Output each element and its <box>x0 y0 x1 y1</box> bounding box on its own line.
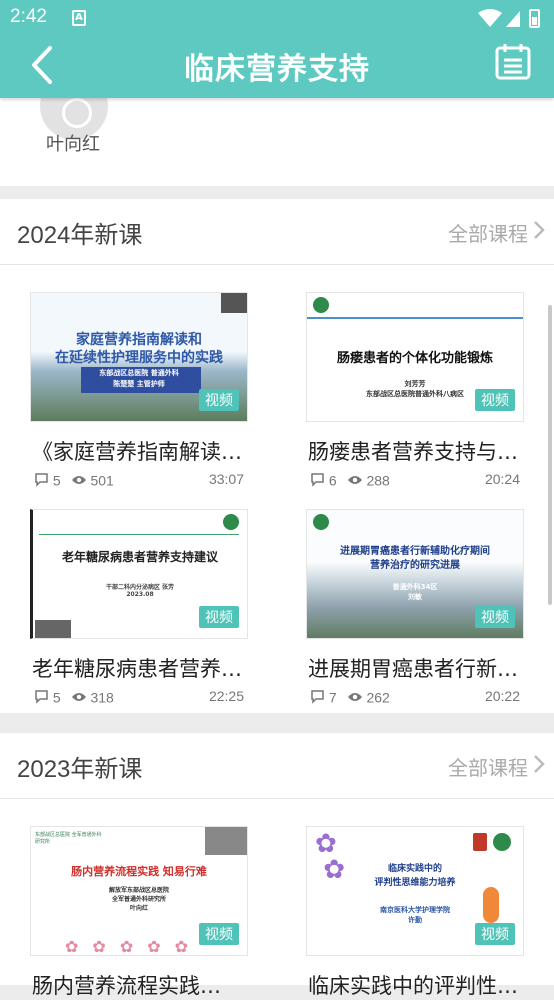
slide-subtitle: 东部战区总医院 普通外科 <box>99 369 179 377</box>
duration: 20:24 <box>484 471 520 487</box>
comment-count: 7 <box>328 689 337 706</box>
comment-icon <box>311 690 324 705</box>
calendar-icon[interactable] <box>494 42 532 82</box>
course-thumbnail[interactable]: 进展期胃癌患者行新辅助化疗期间 营养治疗的研究进展 普通外科34区 刘敏 视频 <box>306 509 524 639</box>
slide-title-line: 肠内营养流程实践 知易行难 <box>71 865 207 878</box>
chevron-right-icon[interactable] <box>532 753 546 775</box>
duration: 33:07 <box>208 471 244 487</box>
slide-title-line: 临床实践中的 <box>387 864 442 874</box>
slide-title-line: 营养治疗的研究进展 <box>370 560 460 571</box>
course-meta: 5 501 33:07 <box>34 471 244 489</box>
section-2023: 2023年新课 全部课程 东部战区总医院 全军普通外科研究所 肠内营养流程实践 … <box>0 733 554 998</box>
scrollbar[interactable] <box>548 305 552 605</box>
video-badge: 视频 <box>199 606 239 628</box>
course-title[interactable]: 《家庭营养指南解读… <box>32 436 254 466</box>
eye-icon <box>71 693 86 702</box>
slide-subtitle: 叶向红 <box>129 905 148 912</box>
course-meta: 6 288 20:24 <box>310 471 520 489</box>
course-meta: 7 262 20:22 <box>310 688 520 706</box>
video-badge: 视频 <box>475 606 515 628</box>
slide-title-line: 肠瘘患者的个体化功能锻炼 <box>336 351 493 366</box>
duration: 22:25 <box>208 688 244 704</box>
view-count: 288 <box>366 472 390 489</box>
video-badge: 视频 <box>199 389 239 411</box>
slide-subtitle: 干部二科内分泌病区 张芳 <box>105 584 175 591</box>
slide-title-line: 家庭营养指南解读和 <box>76 332 202 348</box>
comment-count: 6 <box>328 472 337 489</box>
eye-icon <box>71 476 86 485</box>
course-thumbnail[interactable]: 肠瘘患者的个体化功能锻炼 刘芳芳 东部战区总医院普通外科八病区 视频 <box>306 292 524 422</box>
slide-title-line: 在延续性护理服务中的实践 <box>55 350 223 366</box>
course-title[interactable]: 肠瘘患者营养支持与… <box>308 436 530 466</box>
course-title[interactable]: 临床实践中的评判性… <box>308 970 530 1000</box>
system-status-icons <box>478 9 540 28</box>
chevron-right-icon[interactable] <box>532 219 546 241</box>
section-header: 2023年新课 全部课程 <box>0 733 554 799</box>
video-badge: 视频 <box>199 923 239 945</box>
comment-icon <box>35 473 48 488</box>
view-count: 318 <box>90 689 114 706</box>
app-bar: 临床营养支持 <box>0 36 554 98</box>
slide-header: 东部战区总医院 全军普通外科研究所 <box>35 832 102 845</box>
comment-icon <box>35 690 48 705</box>
comment-icon <box>311 473 324 488</box>
video-badge: 视频 <box>475 389 515 411</box>
course-thumbnail[interactable]: 老年糖尿病患者营养支持建议 干部二科内分泌病区 张芳 2023.08 视频 <box>30 509 248 639</box>
teacher-name: 叶向红 <box>46 134 100 155</box>
all-courses-link[interactable]: 全部课程 <box>448 218 528 247</box>
all-courses-link[interactable]: 全部课程 <box>448 752 528 781</box>
course-thumbnail[interactable]: ✿ ✿ 临床实践中的 评判性思维能力培养 南京医科大学护理学院 许勤 视频 <box>306 826 524 956</box>
section-header: 2024年新课 全部课程 <box>0 199 554 265</box>
duration: 20:22 <box>484 688 520 704</box>
flower-decoration: ✿✿✿✿✿ <box>65 937 203 956</box>
slide-title-line: 进展期胃癌患者行新辅助化疗期间 <box>340 546 490 557</box>
slide-subtitle: 刘芳芳 <box>404 380 426 388</box>
section-title: 2023年新课 <box>17 756 143 783</box>
eye-icon <box>347 693 362 702</box>
course-thumbnail[interactable]: 东部战区总医院 全军普通外科研究所 肠内营养流程实践 知易行难 解放军东部战区总… <box>30 826 248 956</box>
status-bar: 2:42 A <box>0 0 554 36</box>
course-title[interactable]: 肠内营养流程实践… <box>32 970 254 1000</box>
slide-subtitle: 刘敏 <box>408 593 422 601</box>
course-meta: 5 318 22:25 <box>34 688 244 706</box>
course-title[interactable]: 老年糖尿病患者营养… <box>32 653 254 683</box>
eye-icon <box>347 476 362 485</box>
signal-icon <box>506 11 520 27</box>
comment-count: 5 <box>52 689 61 706</box>
section-2024: 2024年新课 全部课程 家庭营养指南解读和 在延续性护理服务中的实践 东部战区… <box>0 199 554 713</box>
comment-count: 5 <box>52 472 61 489</box>
teacher-item[interactable]: 叶向红 <box>0 72 554 186</box>
slide-subtitle: 2023.08 <box>126 591 154 598</box>
section-title: 2024年新课 <box>17 222 143 249</box>
status-time: 2:42 <box>10 6 47 27</box>
slide-subtitle: 普通外科34区 <box>392 583 438 591</box>
course-thumbnail[interactable]: 家庭营养指南解读和 在延续性护理服务中的实践 东部战区总医院 普通外科 陈楚楚 … <box>30 292 248 422</box>
slide-subtitle: 全军普通外科研究所 <box>111 896 166 903</box>
slide-subtitle: 解放军东部战区总医院 <box>108 887 169 894</box>
course-title[interactable]: 进展期胃癌患者行新… <box>308 653 530 683</box>
wifi-icon <box>478 9 502 27</box>
page-title: 临床营养支持 <box>184 52 370 87</box>
slide-title-line: 老年糖尿病患者营养支持建议 <box>61 550 218 564</box>
view-count: 262 <box>366 689 390 706</box>
notification-a-icon: A <box>72 10 86 26</box>
video-badge: 视频 <box>475 923 515 945</box>
slide-subtitle: 陈楚楚 主管护师 <box>113 380 165 388</box>
view-count: 501 <box>90 472 114 489</box>
